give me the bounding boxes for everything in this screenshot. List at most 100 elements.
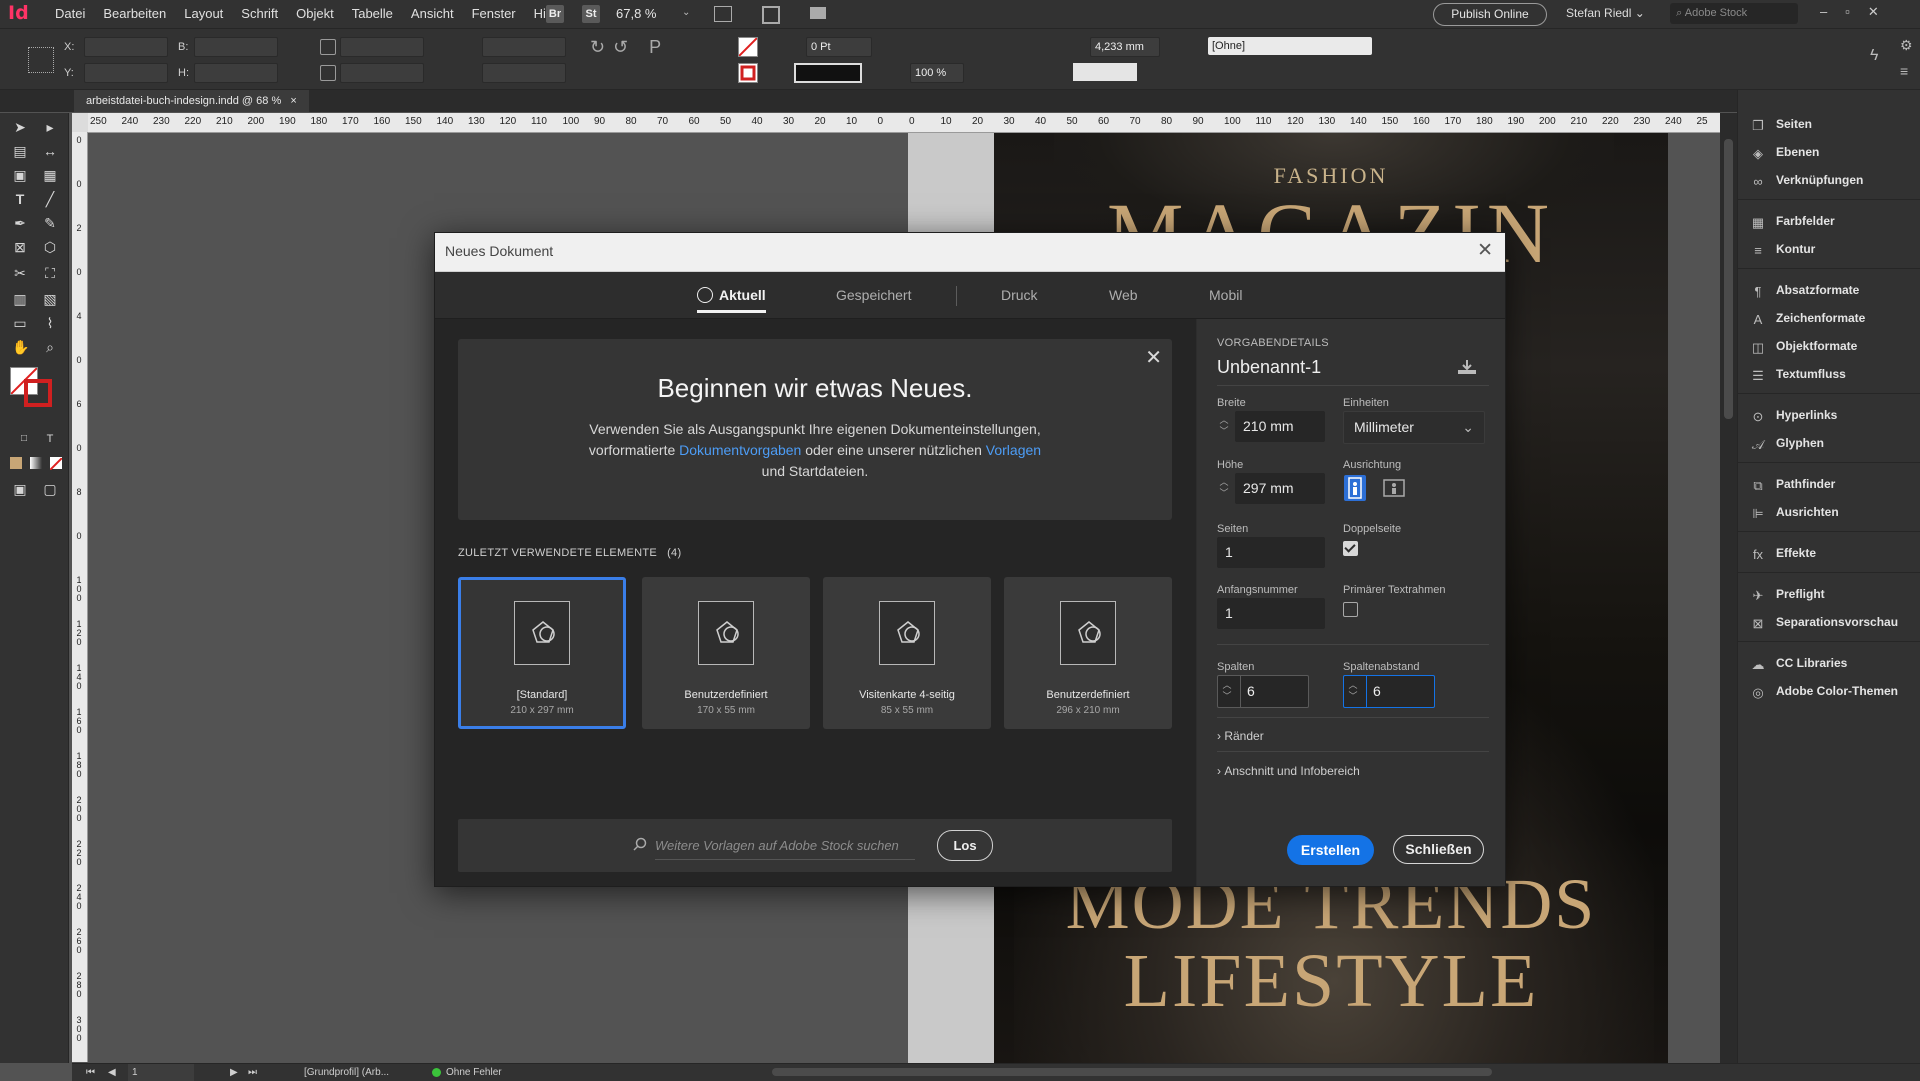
shear-field[interactable] (482, 63, 566, 83)
columns-field[interactable]: ︿ ﹀ 6 (1217, 675, 1309, 708)
vertical-scrollbar[interactable] (1720, 113, 1737, 1063)
panel-objektformate[interactable]: ◫ Objektformate (1750, 335, 1858, 357)
user-account[interactable]: Stefan Riedl ⌄ (1566, 6, 1645, 20)
free-transform-tool-icon[interactable]: ⛶ (42, 265, 58, 281)
panel-seiten[interactable]: ❐ Seiten (1750, 113, 1812, 135)
content-placer-icon[interactable]: ▦ (42, 167, 58, 183)
stock-button[interactable]: St (582, 5, 600, 23)
panel-preflight[interactable]: ✈ Preflight (1750, 583, 1825, 605)
scale-y-field[interactable] (340, 63, 424, 83)
stroke-swatch[interactable] (738, 63, 758, 83)
pencil-tool-icon[interactable]: ✎ (42, 215, 58, 231)
tab-mobil[interactable]: Mobil (1209, 272, 1242, 318)
formatting-container-icon[interactable]: □ (16, 431, 32, 447)
direct-selection-tool-icon[interactable]: ▸ (42, 119, 58, 135)
rotation-field[interactable] (482, 37, 566, 57)
menu-ansicht[interactable]: Ansicht (402, 0, 463, 28)
preview-view-icon[interactable]: ▢ (42, 481, 58, 497)
preflight-profile[interactable]: [Grundprofil] (Arb... (304, 1064, 389, 1081)
hand-tool-icon[interactable]: ✋ (12, 339, 29, 355)
panel-verknuepfungen[interactable]: ∞ Verknüpfungen (1750, 169, 1863, 191)
document-name-field[interactable]: Unbenannt-1 (1217, 357, 1321, 378)
menu-schrift[interactable]: Schrift (232, 0, 287, 28)
panel-ausrichten[interactable]: ⊫ Ausrichten (1750, 501, 1838, 523)
rotate-flip-icons[interactable]: ↻↺ P (590, 37, 669, 58)
width-field[interactable] (194, 37, 278, 57)
panel-farbfelder[interactable]: ▦ Farbfelder (1750, 210, 1835, 232)
search-go-button[interactable]: Los (937, 830, 993, 861)
zoom-dropdown-icon[interactable]: ⌄ (682, 7, 690, 18)
gear-icon[interactable]: ⚙ (1900, 37, 1913, 54)
close-button[interactable]: Schließen (1393, 835, 1484, 864)
panel-hyperlinks[interactable]: ⊙ Hyperlinks (1750, 404, 1838, 426)
screen-mode-icon[interactable] (714, 6, 732, 22)
text-offset-field[interactable]: 4,233 mm (1090, 37, 1160, 57)
stroke-type-swatch[interactable] (794, 63, 862, 83)
height-field[interactable] (194, 63, 278, 83)
ellipse-tool-icon[interactable]: ⬡ (42, 239, 58, 255)
units-dropdown[interactable]: Millimeter ⌄ (1343, 411, 1485, 444)
gutter-field[interactable]: ︿ ﹀ 6 (1343, 675, 1435, 708)
object-style-dropdown[interactable]: [Ohne] (1208, 37, 1372, 55)
gutter-stepper[interactable]: ︿ ﹀ (1348, 680, 1358, 702)
page-number-field[interactable]: 1 (128, 1064, 194, 1081)
vertical-ruler[interactable]: 0020406080100120140160180200220240260280… (72, 132, 88, 1062)
publish-online-button[interactable]: Publish Online (1433, 3, 1547, 26)
rectangle-frame-tool-icon[interactable]: ⊠ (12, 239, 28, 255)
first-page-icon[interactable]: ⏮ (86, 1064, 95, 1081)
panel-separationsvorschau[interactable]: ⊠ Separationsvorschau (1750, 611, 1899, 633)
scale-x-field[interactable] (340, 37, 424, 57)
arrange-documents-icon[interactable] (810, 7, 826, 19)
panel-ebenen[interactable]: ◈ Ebenen (1750, 141, 1819, 163)
panel-textumfluss[interactable]: ☰ Textumfluss (1750, 363, 1846, 385)
scissors-tool-icon[interactable]: ✂ (12, 265, 28, 281)
ruler-corner[interactable] (72, 113, 89, 133)
save-preset-icon[interactable] (1457, 359, 1477, 375)
panel-glyphen[interactable]: 𝒜 Glyphen (1750, 432, 1824, 454)
panel-effekte[interactable]: fx Effekte (1750, 542, 1816, 564)
reference-point-icon[interactable] (28, 47, 54, 73)
page-tool-icon[interactable]: ▤ (12, 143, 28, 159)
scale-x-icon[interactable] (320, 39, 336, 55)
bridge-button[interactable]: Br (546, 5, 564, 23)
panel-cc-libraries[interactable]: ☁ CC Libraries (1750, 652, 1848, 674)
menu-fenster[interactable]: Fenster (463, 0, 525, 28)
pages-input[interactable]: 1 (1217, 537, 1325, 568)
gradient-feather-tool-icon[interactable]: ▧ (42, 291, 58, 307)
columns-input[interactable]: 6 (1240, 676, 1315, 707)
view-options-icon[interactable] (762, 6, 780, 24)
width-stepper[interactable]: ︿ ﹀ (1219, 415, 1229, 437)
preflight-status[interactable]: Ohne Fehler (446, 1064, 502, 1081)
next-page-icon[interactable]: ▶ (230, 1064, 238, 1081)
apply-gradient-icon[interactable] (30, 457, 42, 469)
margins-section[interactable]: › Ränder (1217, 729, 1264, 743)
template-search-input[interactable]: Weitere Vorlagen auf Adobe Stock suchen (655, 838, 899, 853)
panel-kontur[interactable]: ≡ Kontur (1750, 238, 1815, 260)
y-field[interactable] (84, 63, 168, 83)
prev-page-icon[interactable]: ◀ (108, 1064, 116, 1081)
scale-y-icon[interactable] (320, 65, 336, 81)
content-collector-icon[interactable]: ▣ (12, 167, 28, 183)
panel-pathfinder[interactable]: ⧉ Pathfinder (1750, 473, 1835, 495)
height-stepper[interactable]: ︿ ﹀ (1219, 477, 1229, 499)
tab-druck[interactable]: Druck (1001, 272, 1038, 318)
menu-tabelle[interactable]: Tabelle (343, 0, 402, 28)
portrait-button[interactable] (1344, 475, 1366, 501)
horizontal-scrollbar[interactable] (772, 1068, 1492, 1076)
pen-tool-icon[interactable]: ✒ (12, 215, 28, 231)
selection-tool-icon[interactable]: ➤ (12, 119, 28, 135)
line-tool-icon[interactable]: ╱ (42, 191, 58, 207)
stroke-weight-field[interactable]: 0 Pt (806, 37, 872, 57)
horizontal-ruler[interactable]: 250 240 230 220 210 200 190 180 170 160 150 140 130 1… (88, 113, 1720, 133)
x-field[interactable] (84, 37, 168, 57)
preset-card[interactable]: [Standard] 210 x 297 mm (458, 577, 626, 729)
zoom-level[interactable]: 67,8 % (616, 6, 656, 21)
eyedropper-tool-icon[interactable]: ⌇ (42, 315, 58, 331)
panel-menu-icon[interactable]: ≡ (1900, 63, 1908, 79)
document-tab[interactable]: arbeistdatei-buch-indesign.indd @ 68 % × (74, 90, 309, 112)
height-input[interactable]: 297 mm (1235, 473, 1325, 504)
preset-card[interactable]: Benutzerdefiniert 170 x 55 mm (642, 577, 810, 729)
window-controls[interactable]: –▫✕ (1820, 4, 1897, 20)
gradient-tool-icon[interactable]: ▥ (12, 291, 28, 307)
gap-tool-icon[interactable]: ↔ (42, 143, 58, 159)
